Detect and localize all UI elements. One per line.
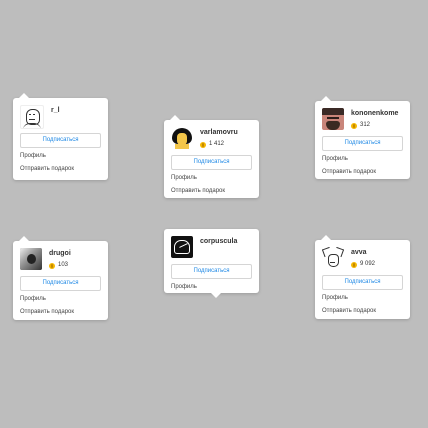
username[interactable]: corpuscula [200,237,237,246]
username[interactable]: varlamovru [200,128,238,137]
coin-icon [49,262,55,269]
user-card-avva: avva 9 092 Подписаться Профиль Отправить… [315,235,410,319]
user-info: corpuscula [200,236,237,246]
avatar[interactable] [20,105,44,129]
user-info: kononenkome 312 [351,108,398,129]
karma-value: 1 412 [209,141,225,147]
profile-link[interactable]: Профиль [164,281,259,294]
subscribe-button[interactable]: Подписаться [20,276,101,291]
send-gift-link[interactable]: Отправить подарок [315,166,410,179]
user-info: avva 9 092 [351,247,375,268]
subscribe-button[interactable]: Подписаться [20,133,101,148]
card-header: drugoi 103 [13,241,108,272]
coin-icon [351,122,357,129]
username[interactable]: drugoi [49,249,71,258]
card-header: corpuscula [164,229,259,260]
send-gift-link[interactable]: Отправить подарок [13,306,108,319]
profile-link[interactable]: Профиль [13,293,108,306]
user-card-drugoi: drugoi 103 Подписаться Профиль Отправить… [13,236,108,320]
user-info: drugoi 103 [49,248,71,269]
subscribe-button[interactable]: Подписаться [322,275,403,290]
karma: 1 412 [200,141,238,148]
user-card-kononenkome: kononenkome 312 Подписаться Профиль Отпр… [315,96,410,179]
coin-icon [200,141,206,148]
card-header: kononenkome 312 [315,101,410,132]
send-gift-link[interactable]: Отправить подарок [315,305,410,318]
karma: 312 [351,122,398,129]
send-gift-link[interactable]: Отправить подарок [13,163,108,176]
avatar[interactable] [171,127,193,149]
profile-link[interactable]: Профиль [315,292,410,305]
subscribe-button[interactable]: Подписаться [322,136,403,151]
avatar[interactable] [322,108,344,130]
avatar[interactable] [171,236,193,258]
profile-link[interactable]: Профиль [315,153,410,166]
user-info: varlamovru 1 412 [200,127,238,148]
subscribe-button[interactable]: Подписаться [171,264,252,279]
username[interactable]: r_l [51,106,60,115]
karma-value: 9 092 [360,261,376,267]
username[interactable]: avva [351,248,375,257]
coin-icon [351,261,357,268]
avatar[interactable] [20,248,42,270]
subscribe-button[interactable]: Подписаться [171,155,252,170]
user-card-r-l: r_l Подписаться Профиль Отправить подаро… [13,93,108,180]
card-header: varlamovru 1 412 [164,120,259,151]
karma-value: 103 [58,262,69,268]
profile-link[interactable]: Профиль [164,172,259,185]
card-header: avva 9 092 [315,240,410,271]
send-gift-link[interactable]: Отправить подарок [164,185,259,198]
card-header: r_l [13,98,108,129]
username[interactable]: kononenkome [351,109,398,118]
user-card-corpuscula: corpuscula Подписаться Профиль [164,229,259,298]
karma-value: 312 [360,122,371,128]
karma: 9 092 [351,261,375,268]
user-card-varlamovru: varlamovru 1 412 Подписаться Профиль Отп… [164,115,259,198]
avatar[interactable] [322,247,344,269]
user-info: r_l [51,105,60,115]
karma: 103 [49,262,71,269]
profile-link[interactable]: Профиль [13,150,108,163]
